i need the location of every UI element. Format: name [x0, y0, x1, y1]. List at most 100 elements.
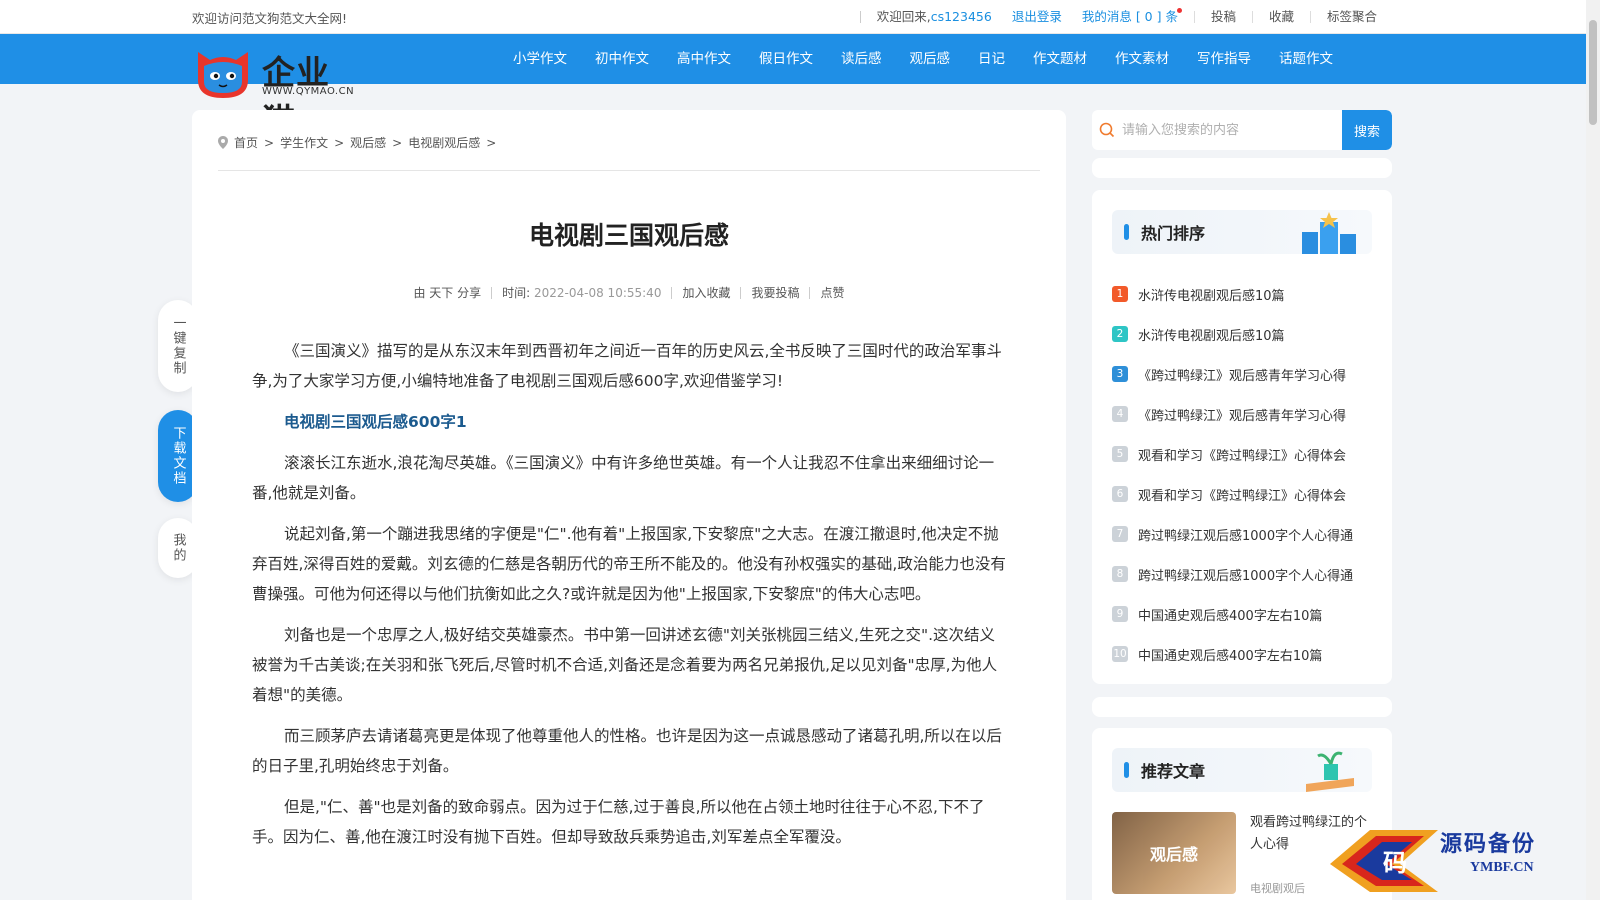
nav-link[interactable]: 话题作文	[1265, 34, 1347, 84]
watermark-url: YMBF.CN	[1470, 860, 1534, 875]
hot-ranking-item[interactable]: 6 观看和学习《跨过鸭绿江》心得体会	[1112, 474, 1372, 514]
logo-url: WWW.QYMAO.CN	[262, 86, 355, 97]
hot-ranking-item[interactable]: 5 观看和学习《跨过鸭绿江》心得体会	[1112, 434, 1372, 474]
breadcrumb-separator: >	[486, 135, 497, 150]
hot-ranking-item-title: 《跨过鸭绿江》观后感青年学习心得	[1138, 408, 1347, 424]
search-icon	[1092, 122, 1122, 138]
rank-number-badge: 4	[1112, 406, 1128, 422]
site-welcome: 欢迎访问范文狗范文大全网!	[192, 10, 348, 26]
article-time: 2022-04-08 10:55:40	[534, 286, 662, 300]
welcome-back: 欢迎回来,cs123456	[859, 9, 1008, 24]
header-accent-bar	[1124, 224, 1129, 240]
breadcrumb: 首页 > 学生作文 > 观后感 > 电视剧观后感 >	[218, 134, 496, 151]
nav-link[interactable]: 高中作文	[663, 34, 745, 84]
main-nav: 企业猫 WWW.QYMAO.CN 小学作文初中作文高中作文假日作文读后感观后感日…	[0, 34, 1600, 140]
article-card: 首页 > 学生作文 > 观后感 > 电视剧观后感 > 电视剧三国观后感 由 天下 分享 …	[192, 110, 1066, 900]
download-button-label: 下载文档	[170, 426, 186, 486]
messages-link[interactable]: 我的消息 [ 0 ] 条	[1078, 8, 1194, 23]
nav-link[interactable]: 观后感	[896, 34, 965, 84]
sidebar-spacer	[1092, 697, 1392, 717]
article-title: 电视剧三国观后感	[528, 221, 729, 250]
contribute-link[interactable]: 我要投稿	[740, 287, 809, 299]
breadcrumb-students[interactable]: 学生作文	[280, 134, 328, 151]
tags-link[interactable]: 标签聚合	[1309, 10, 1393, 23]
recommend-title: 推荐文章	[1141, 762, 1206, 781]
rank-number-badge: 2	[1112, 326, 1128, 342]
rank-number-badge: 10	[1112, 646, 1128, 662]
rank-number-badge: 9	[1112, 606, 1128, 622]
hot-ranking-item[interactable]: 9 中国通史观后感400字左右10篇	[1112, 594, 1372, 634]
watermark-text: 源码备份	[1440, 832, 1537, 857]
nav-link[interactable]: 作文素材	[1101, 34, 1183, 84]
hot-ranking-item[interactable]: 8 跨过鸭绿江观后感1000字个人心得通	[1112, 554, 1372, 594]
recommend-thumbnail-text: 观后感	[1149, 845, 1198, 864]
rank-number-badge: 6	[1112, 486, 1128, 502]
hot-ranking-header: 热门排序	[1112, 210, 1372, 254]
breadcrumb-home[interactable]: 首页	[234, 134, 258, 151]
hot-ranking-item[interactable]: 7 跨过鸭绿江观后感1000字个人心得通	[1112, 514, 1372, 554]
article-time-wrap: 时间: 2022-04-08 10:55:40	[491, 287, 671, 299]
search-input[interactable]	[1122, 110, 1342, 150]
watermark-logo-icon: 码	[1330, 830, 1438, 892]
plant-desk-icon	[1306, 751, 1354, 792]
nav-link[interactable]: 读后感	[827, 34, 896, 84]
hot-ranking-title: 热门排序	[1141, 224, 1206, 243]
divider	[218, 170, 1040, 171]
trophy-blocks-icon	[1302, 212, 1356, 254]
hot-ranking-item-title: 水浒传电视剧观后感10篇	[1138, 328, 1285, 344]
scrollbar-thumb[interactable]	[1589, 20, 1597, 125]
article-body: 《三国演义》描写的是从东汉末年到西晋初年之间近一百年的历史风云,全书反映了三国时…	[252, 336, 1007, 863]
like-link[interactable]: 点赞	[809, 287, 854, 299]
search-button[interactable]: 搜索	[1342, 110, 1392, 150]
breadcrumb-tv-reviews[interactable]: 电视剧观后感	[408, 134, 480, 151]
breadcrumb-separator: >	[392, 135, 403, 150]
rank-number-badge: 3	[1112, 366, 1128, 382]
article-subtitle: 电视剧三国观后感600字1	[284, 413, 467, 431]
add-favorite-link[interactable]: 加入收藏	[671, 287, 740, 299]
nav-link[interactable]: 作文题材	[1019, 34, 1101, 84]
breadcrumb-reviews[interactable]: 观后感	[350, 134, 386, 151]
article-author: 由 天下 分享	[413, 286, 482, 300]
favorite-link[interactable]: 收藏	[1251, 10, 1310, 23]
nav-link[interactable]: 写作指导	[1183, 34, 1265, 84]
recommend-header: 推荐文章	[1112, 748, 1372, 792]
submit-link[interactable]: 投稿	[1193, 10, 1252, 23]
nav-link[interactable]: 假日作文	[745, 34, 827, 84]
username-link[interactable]: cs123456	[931, 9, 992, 24]
header-accent-bar	[1124, 762, 1129, 778]
hot-ranking-card: 热门排序 1 水浒传电视剧观后感10篇 2 水浒传电视剧观后感10篇 3 《跨过鸭绿江》观…	[1092, 190, 1392, 684]
breadcrumb-separator: >	[334, 135, 345, 150]
site-logo[interactable]: 企业猫 WWW.QYMAO.CN	[192, 42, 362, 140]
watermark-badge: 码 源码备份 YMBF.CN	[1320, 820, 1600, 900]
rank-number-badge: 7	[1112, 526, 1128, 542]
location-pin-icon	[218, 136, 228, 149]
hot-ranking-item[interactable]: 4 《跨过鸭绿江》观后感青年学习心得	[1112, 394, 1372, 434]
hot-ranking-item-title: 《跨过鸭绿江》观后感青年学习心得	[1138, 368, 1347, 384]
hot-ranking-item[interactable]: 10 中国通史观后感400字左右10篇	[1112, 634, 1372, 674]
article-paragraph: 但是,"仁、善"也是刘备的致命弱点。因为过于仁慈,过于善良,所以他在占领土地时往…	[252, 798, 985, 846]
nav-links: 小学作文 初中作文 高中作文 假日作文 读后感 观后感 日记 作文题材 作文素材 写作指导 话题作文	[499, 34, 1347, 84]
article-paragraph: 而三顾茅庐去请诸葛亮更是体现了他尊重他人的性格。也许是因为这一点诚恳感动了诸葛孔…	[252, 727, 1002, 775]
rank-number-badge: 5	[1112, 446, 1128, 462]
page-scrollbar[interactable]	[1586, 0, 1600, 900]
article-time-label: 时间:	[502, 286, 531, 300]
breadcrumb-separator: >	[264, 135, 275, 150]
watermark-badge-glyph: 码	[1383, 849, 1407, 877]
article-meta: 由 天下 分享 时间: 2022-04-08 10:55:40 加入收藏 我要投…	[192, 287, 1066, 299]
article-intro: 《三国演义》描写的是从东汉末年到西晋初年之间近一百年的历史风云,全书反映了三国时…	[252, 342, 1002, 390]
nav-link[interactable]: 初中作文	[581, 34, 663, 84]
nav-link[interactable]: 日记	[964, 34, 1019, 84]
cat-logo-icon	[198, 52, 248, 98]
mine-button-label: 我的	[170, 533, 186, 563]
hot-ranking-item-title: 中国通史观后感400字左右10篇	[1138, 608, 1323, 624]
nav-link[interactable]: 小学作文	[499, 34, 581, 84]
hot-ranking-item[interactable]: 3 《跨过鸭绿江》观后感青年学习心得	[1112, 354, 1372, 394]
hot-ranking-item[interactable]: 2 水浒传电视剧观后感10篇	[1112, 314, 1372, 354]
hot-ranking-item-title: 观看和学习《跨过鸭绿江》心得体会	[1138, 448, 1347, 464]
hot-ranking-list: 1 水浒传电视剧观后感10篇 2 水浒传电视剧观后感10篇 3 《跨过鸭绿江》观后感青年学…	[1112, 274, 1372, 674]
hot-ranking-item[interactable]: 1 水浒传电视剧观后感10篇	[1112, 274, 1372, 314]
recommend-thumbnail[interactable]: 观后感	[1112, 812, 1236, 894]
article-paragraph: 刘备也是一个忠厚之人,极好结交英雄豪杰。书中第一回讲述玄德"刘关张桃园三结义,生…	[252, 626, 998, 704]
logout-link[interactable]: 退出登录	[1008, 10, 1078, 23]
hot-ranking-item-title: 中国通史观后感400字左右10篇	[1138, 648, 1323, 664]
